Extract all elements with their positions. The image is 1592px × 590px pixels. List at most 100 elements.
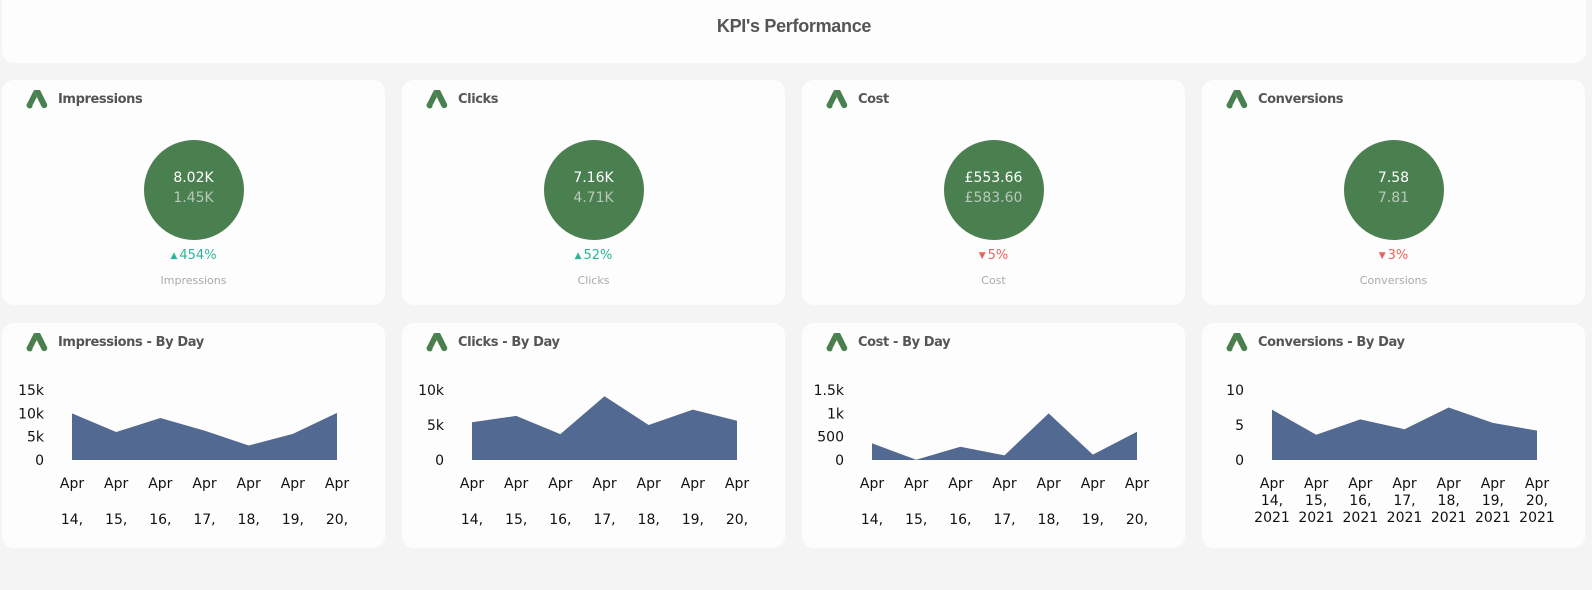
- x-tick-text: Apr: [1525, 476, 1549, 492]
- x-tick-text: Apr: [637, 476, 661, 492]
- x-tick-text: 19,: [682, 512, 704, 528]
- x-tick-label: Apr18,2021: [1431, 476, 1467, 526]
- x-tick-label: Apr17,2021: [1387, 476, 1423, 526]
- x-tick-text: Apr: [948, 476, 972, 492]
- x-tick-label: Apr 15,: [104, 476, 128, 528]
- x-tick-text: 17,: [993, 512, 1015, 528]
- area-chart-clicks: 0 5k 10k Apr 14, Apr 15, Apr 16, Apr 17, Apr 18, Apr 1…: [418, 383, 749, 528]
- x-tick-text: 14,: [61, 512, 83, 528]
- x-tick-text: Apr: [60, 476, 84, 492]
- x-tick-label: Apr 18,: [1037, 476, 1061, 528]
- dashboard-header: KPI's Performance: [2, 0, 1586, 63]
- x-tick-text: 16,: [149, 512, 171, 528]
- x-tick-text: Apr: [325, 476, 349, 492]
- x-tick-text: 19,: [1482, 493, 1504, 509]
- kpi-value-circle: 7.16K 4.71K: [543, 140, 644, 240]
- x-tick-text: 15,: [1305, 493, 1327, 509]
- x-tick-text: 14,: [861, 512, 883, 528]
- x-tick-text: 2021: [1519, 510, 1555, 526]
- kpi-label: Cost: [981, 274, 1006, 287]
- y-tick-label: 10k: [418, 383, 445, 399]
- x-tick-text: 2021: [1343, 510, 1379, 526]
- x-tick-label: Apr15,2021: [1298, 476, 1334, 526]
- kpi-previous-value: £583.60: [964, 190, 1023, 206]
- x-tick-text: 15,: [905, 512, 927, 528]
- x-tick-text: 20,: [1126, 512, 1148, 528]
- x-tick-label: Apr20,2021: [1519, 476, 1555, 526]
- x-tick-text: Apr: [1125, 476, 1149, 492]
- x-tick-text: Apr: [1081, 476, 1105, 492]
- x-tick-text: 14,: [1261, 493, 1283, 509]
- kpi-label: Clicks: [577, 274, 610, 287]
- x-tick-text: 17,: [593, 512, 615, 528]
- x-tick-text: Apr: [681, 476, 705, 492]
- kpi-card-cost: Cost £553.66 £583.60 ▼ 5% Cost: [802, 80, 1185, 305]
- card-header: Clicks: [426, 89, 499, 109]
- kpi-current-value: 7.16K: [573, 170, 614, 186]
- kpi-current-value: 8.02K: [173, 170, 214, 186]
- x-tick-text: 19,: [282, 512, 304, 528]
- x-tick-text: 14,: [461, 512, 483, 528]
- x-tick-text: 19,: [1082, 512, 1104, 528]
- x-tick-label: Apr 15,: [904, 476, 928, 528]
- x-tick-text: Apr: [860, 476, 884, 492]
- kpi-value-circle: £553.66 £583.60: [943, 140, 1044, 240]
- x-tick-label: Apr 17,: [192, 476, 216, 528]
- x-tick-text: 17,: [193, 512, 215, 528]
- card-header: Cost: [826, 89, 889, 109]
- x-tick-text: Apr: [104, 476, 128, 492]
- x-tick-text: 20,: [326, 512, 348, 528]
- google-ads-icon: [826, 90, 848, 109]
- area-series: [1272, 407, 1537, 460]
- x-tick-text: 16,: [1349, 493, 1371, 509]
- area-chart-conversions: 0510Apr14,2021Apr15,2021Apr16,2021Apr17,…: [1226, 383, 1555, 526]
- y-tick-label: 0: [435, 453, 444, 469]
- chart-card-cost: Cost - By Day 0 500 1k 1.5k Apr 14, Apr 15, Apr 1…: [802, 323, 1185, 548]
- card-title: Clicks: [458, 91, 499, 107]
- area-series: [72, 412, 337, 460]
- x-tick-text: 18,: [1038, 512, 1060, 528]
- kpi-card-impressions: Impressions 8.02K 1.45K ▲ 454% Impression…: [2, 80, 385, 305]
- x-tick-label: Apr 14,: [60, 476, 84, 528]
- x-tick-text: 2021: [1475, 510, 1511, 526]
- x-tick-label: Apr 18,: [237, 476, 261, 528]
- arrow-down-icon: ▼: [1378, 251, 1386, 261]
- x-tick-text: 18,: [1438, 493, 1460, 509]
- chart-card-clicks: Clicks - By Day 0 5k 10k Apr 14, Apr 15, Apr 16,…: [402, 323, 785, 548]
- chart-card-impressions: Impressions - By Day 0 5k 10k 15k Apr 14, Apr 1…: [2, 323, 385, 548]
- x-tick-text: Apr: [1037, 476, 1061, 492]
- card-title: Impressions: [58, 91, 143, 107]
- kpi-change: ▲ 52%: [402, 248, 785, 263]
- x-tick-text: Apr: [904, 476, 928, 492]
- x-tick-text: Apr: [148, 476, 172, 492]
- arrow-up-icon: ▲: [574, 251, 582, 261]
- x-tick-label: Apr 20,: [725, 476, 749, 528]
- area-chart-impressions: 05k10k15kApr14,Apr15,Apr16,Apr17,Apr18,A…: [18, 383, 349, 528]
- x-tick-label: Apr14,2021: [1254, 476, 1290, 526]
- x-tick-text: 17,: [1393, 493, 1415, 509]
- x-tick-text: 18,: [238, 512, 260, 528]
- y-tick-label: 1.5k: [814, 383, 845, 399]
- x-tick-text: Apr: [1392, 476, 1416, 492]
- x-tick-text: 2021: [1254, 510, 1290, 526]
- x-tick-label: Apr 16,: [548, 476, 572, 528]
- kpi-change: ▼ 3%: [1202, 248, 1585, 263]
- kpi-change-value: 52%: [583, 248, 613, 263]
- x-tick-text: 20,: [726, 512, 748, 528]
- x-tick-text: Apr: [1437, 476, 1461, 492]
- x-tick-text: 16,: [549, 512, 571, 528]
- chart-card-conversions: Conversions - By Day 0 5 10 Apr 14, 2021 Apr 15…: [1202, 323, 1585, 548]
- kpi-change-value: 5%: [987, 248, 1009, 263]
- x-tick-text: 18,: [638, 512, 660, 528]
- kpi-label: Conversions: [1359, 274, 1428, 287]
- y-tick-label: 10k: [18, 406, 45, 422]
- arrow-up-icon: ▲: [170, 251, 178, 261]
- x-tick-text: 2021: [1387, 510, 1423, 526]
- x-tick-text: Apr: [281, 476, 305, 492]
- page-title: KPI's Performance: [716, 16, 872, 36]
- kpi-previous-value: 4.71K: [573, 190, 614, 206]
- x-tick-label: Apr 19,: [1081, 476, 1105, 528]
- google-ads-icon: [426, 90, 448, 109]
- y-tick-label: 10: [1226, 383, 1244, 399]
- y-tick-label: 5: [1235, 418, 1244, 434]
